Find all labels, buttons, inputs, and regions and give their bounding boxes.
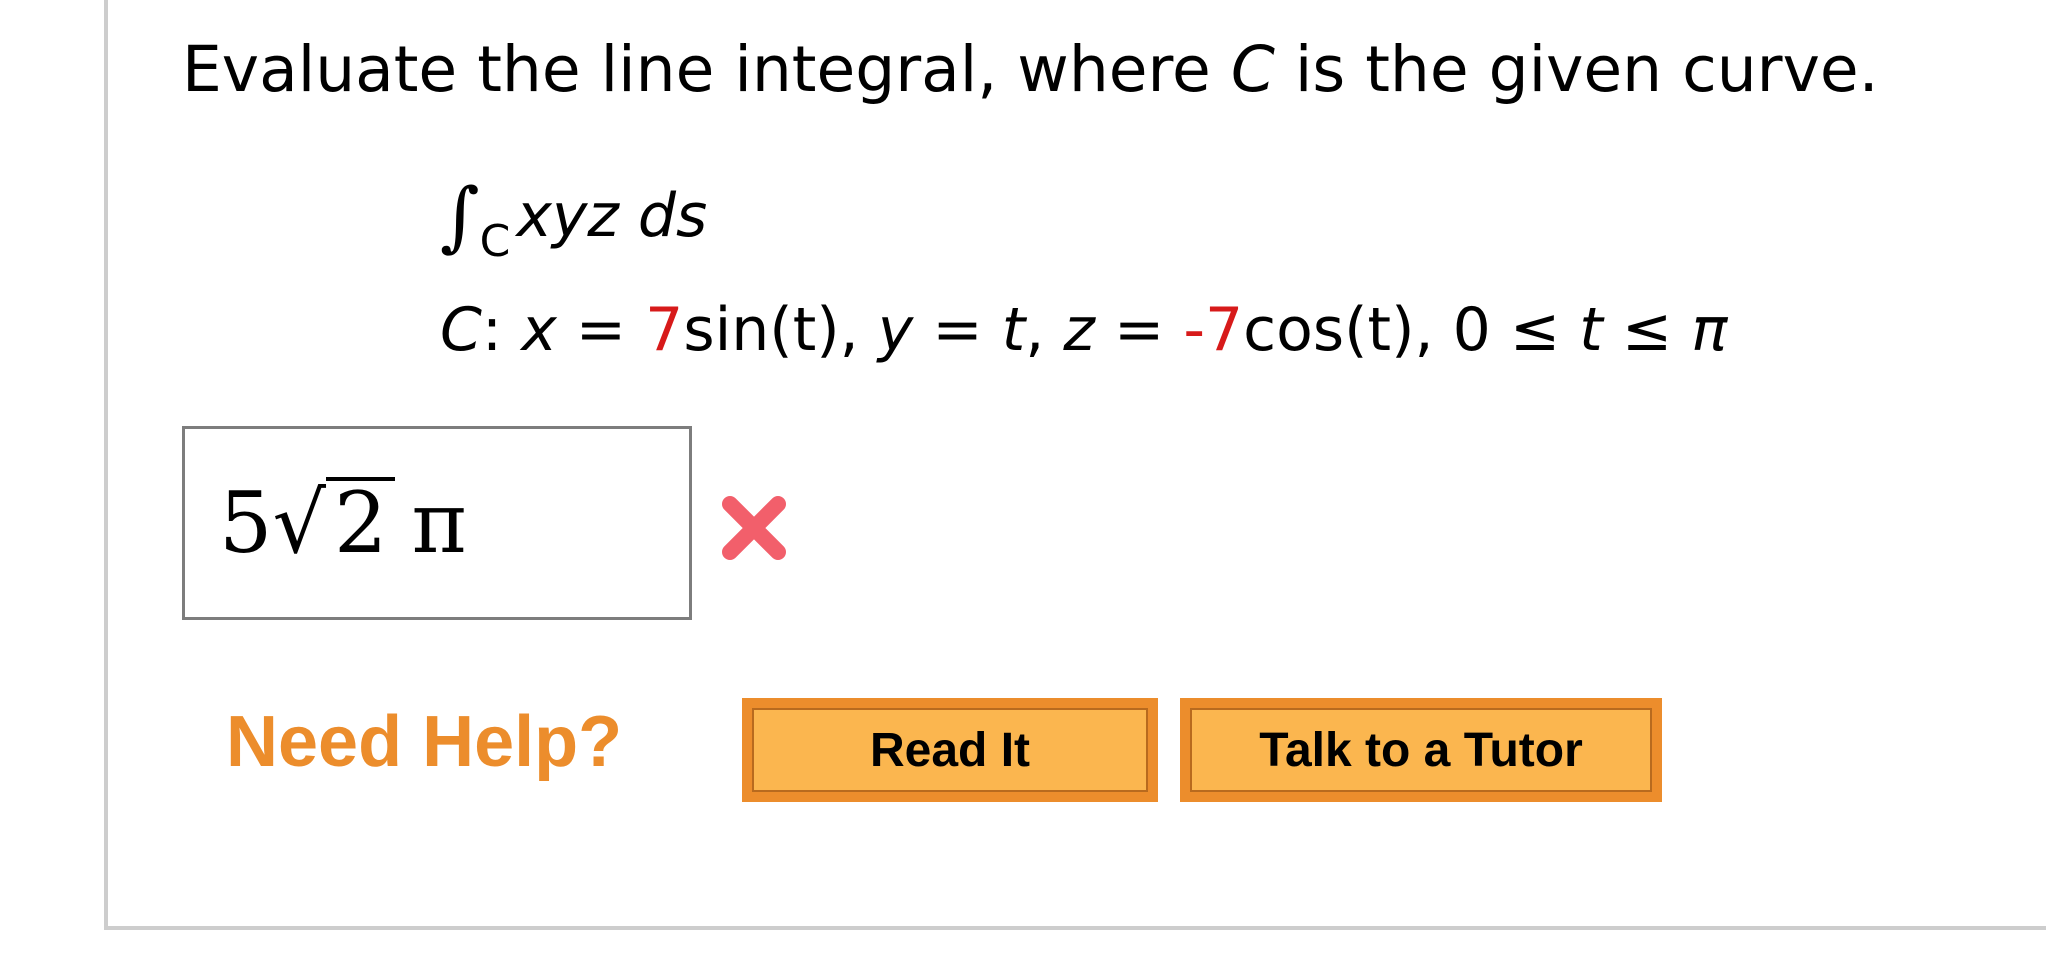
x-coefficient: 7 <box>645 295 684 365</box>
range-high: π <box>1691 295 1728 365</box>
curve-label: C <box>440 295 482 365</box>
page: Evaluate the line integral, where C is t… <box>0 0 2046 958</box>
radicand: 2 <box>325 477 396 565</box>
range-low: 0 <box>1452 295 1491 365</box>
curve-definition: C: x = 7sin(t), y = t, z = -7cos(t), 0 ≤… <box>440 295 1728 365</box>
read-it-label: Read It <box>752 708 1148 792</box>
z-var: z <box>1063 295 1095 365</box>
x-var: x <box>521 295 557 365</box>
incorrect-x-icon <box>722 496 786 560</box>
integral-subscript: C <box>479 216 511 267</box>
radical-sign: √ <box>272 474 326 572</box>
answer-pi: π <box>411 474 467 572</box>
integral-expression: ∫C xyz ds <box>440 172 708 264</box>
y-expression: t <box>1001 295 1026 365</box>
range-var: t <box>1579 295 1603 365</box>
question-curve-var: C <box>1230 33 1275 106</box>
y-var: y <box>877 295 914 365</box>
z-function: cos(t) <box>1243 295 1415 365</box>
answer-coefficient: 5 <box>219 474 273 572</box>
x-function: sin(t) <box>683 295 840 365</box>
read-it-button[interactable]: Read It <box>742 698 1158 802</box>
integrand: xyz ds <box>516 181 708 251</box>
question-suffix: is the given curve. <box>1274 33 1879 106</box>
integral-sign: ∫ <box>440 171 480 260</box>
talk-to-tutor-label: Talk to a Tutor <box>1190 708 1652 792</box>
question-prefix: Evaluate the line integral, where <box>182 33 1231 106</box>
question-text: Evaluate the line integral, where C is t… <box>182 38 1879 101</box>
sqrt-expression: √2 <box>272 474 396 572</box>
need-help-label: Need Help? <box>226 702 623 782</box>
talk-to-tutor-button[interactable]: Talk to a Tutor <box>1180 698 1662 802</box>
z-coefficient: -7 <box>1183 295 1244 365</box>
answer-input[interactable]: 5 √2 π <box>182 426 692 620</box>
